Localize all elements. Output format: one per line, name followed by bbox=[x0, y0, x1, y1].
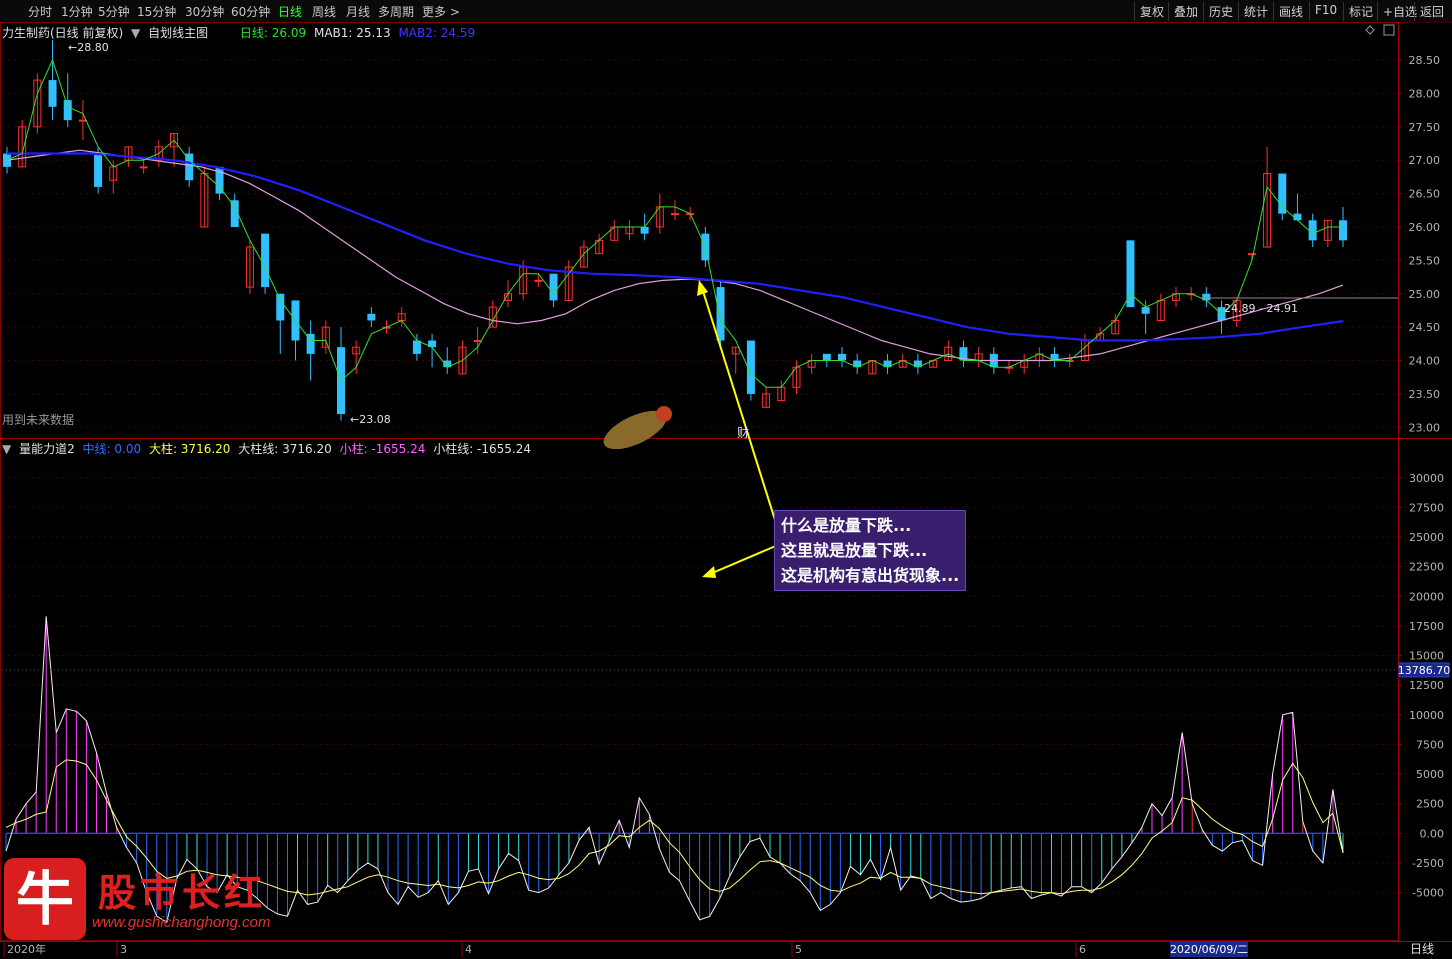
candle-down bbox=[838, 353, 846, 361]
candle-up bbox=[473, 340, 482, 343]
candle-down bbox=[822, 353, 831, 361]
sub-tick-label: 10000 bbox=[1409, 709, 1444, 722]
sub-tick-label: 2500 bbox=[1416, 798, 1444, 811]
candle-down bbox=[261, 233, 270, 288]
price-tick-label: 24.00 bbox=[1409, 355, 1441, 368]
candle-down bbox=[185, 153, 194, 181]
candle-down bbox=[63, 100, 72, 121]
annotation-arrow bbox=[709, 544, 779, 575]
sub-tick-label: 0.00 bbox=[1420, 827, 1445, 840]
sub-tick-label: 27500 bbox=[1409, 501, 1444, 514]
candle-down bbox=[412, 340, 421, 354]
candle-down bbox=[1141, 307, 1150, 314]
candle-up bbox=[78, 119, 87, 122]
annotation-arrow bbox=[701, 287, 776, 521]
candle-down bbox=[716, 287, 725, 341]
candle-down bbox=[1126, 240, 1135, 308]
date-label: 5 bbox=[795, 943, 802, 956]
watermark-url: www.gushichanghong.com bbox=[92, 914, 271, 931]
candle-down bbox=[276, 293, 285, 321]
price-tick-label: 26.50 bbox=[1409, 188, 1441, 201]
arrow-head bbox=[702, 566, 716, 578]
candle-down bbox=[1308, 220, 1317, 241]
low-price-label: ←23.08 bbox=[350, 413, 391, 426]
finance-marker[interactable]: 财 bbox=[737, 424, 749, 441]
sub-tick-label: 7500 bbox=[1416, 738, 1444, 751]
price-tick-label: 27.00 bbox=[1409, 154, 1441, 167]
price-tick-label: 28.50 bbox=[1409, 54, 1441, 67]
sub-tick-label: -5000 bbox=[1412, 887, 1444, 900]
candle-down bbox=[48, 80, 57, 107]
sub-tick-label: 25000 bbox=[1409, 531, 1444, 544]
mascot-head bbox=[656, 406, 672, 422]
price-tick-label: 25.00 bbox=[1409, 288, 1441, 301]
annotation-line-3: 这是机构有意出货现象... bbox=[781, 566, 960, 585]
sub-tick-label: 20000 bbox=[1409, 590, 1444, 603]
price-tick-label: 25.50 bbox=[1409, 254, 1441, 267]
period-button[interactable]: 日线 bbox=[1410, 942, 1434, 956]
sub-tick-label: 15000 bbox=[1409, 650, 1444, 663]
annotation-line-1: 什么是放量下跌... bbox=[781, 516, 912, 535]
sub-tick-label: 22500 bbox=[1409, 561, 1444, 574]
date-label: 6 bbox=[1079, 943, 1086, 956]
candle-down bbox=[1339, 220, 1347, 241]
date-cursor: 2020/06/09/二 bbox=[1170, 943, 1248, 956]
future-data-note: 用到未来数据 bbox=[2, 413, 75, 427]
price-tick-label: 23.50 bbox=[1409, 388, 1441, 401]
candle-down bbox=[1293, 213, 1302, 221]
high-price-label: ←28.80 bbox=[68, 41, 109, 54]
candle-down bbox=[94, 153, 103, 187]
watermark-title: 股市长红 bbox=[98, 870, 267, 915]
price-tick-label: 28.00 bbox=[1409, 87, 1441, 100]
date-label: 2020年 bbox=[7, 942, 46, 956]
price-tick-label: 26.00 bbox=[1409, 221, 1441, 234]
crosshair-value: 13786.70 bbox=[1398, 664, 1451, 677]
price-tick-label: 27.50 bbox=[1409, 121, 1441, 134]
window-widget bbox=[1383, 24, 1395, 36]
candle-down bbox=[549, 273, 558, 301]
arrow-head bbox=[697, 280, 708, 296]
candle-down bbox=[640, 226, 649, 234]
annotation-line-2: 这里就是放量下跌... bbox=[781, 541, 928, 560]
candle-up bbox=[534, 279, 543, 282]
date-label: 4 bbox=[465, 943, 472, 956]
stock-chart[interactable]: 28.50 28.00 27.50 27.00 26.50 26.00 25.50 25.00… bbox=[0, 0, 1452, 959]
price-tick-label: 24.50 bbox=[1409, 321, 1441, 334]
candle-up bbox=[1247, 253, 1256, 256]
sub-tick-label: 5000 bbox=[1416, 768, 1444, 781]
sub-tick-label: -2500 bbox=[1412, 857, 1444, 870]
sub-tick-label: 12500 bbox=[1409, 679, 1444, 692]
candle-down bbox=[367, 313, 376, 321]
candle-up bbox=[139, 166, 148, 169]
range-label: 24.89 - 24.91 bbox=[1224, 302, 1298, 315]
diamond-widget bbox=[1365, 25, 1375, 35]
price-tick-label: 23.00 bbox=[1409, 421, 1441, 434]
watermark-logo: 牛 bbox=[4, 858, 86, 940]
annotation-box: 什么是放量下跌... 这里就是放量下跌... 这是机构有意出货现象... bbox=[774, 510, 967, 591]
sub-tick-label: 17500 bbox=[1409, 620, 1444, 633]
sub-tick-label: 30000 bbox=[1409, 472, 1444, 485]
date-label: 3 bbox=[120, 943, 127, 956]
candle-down bbox=[1278, 173, 1287, 214]
candle-up bbox=[671, 213, 679, 216]
